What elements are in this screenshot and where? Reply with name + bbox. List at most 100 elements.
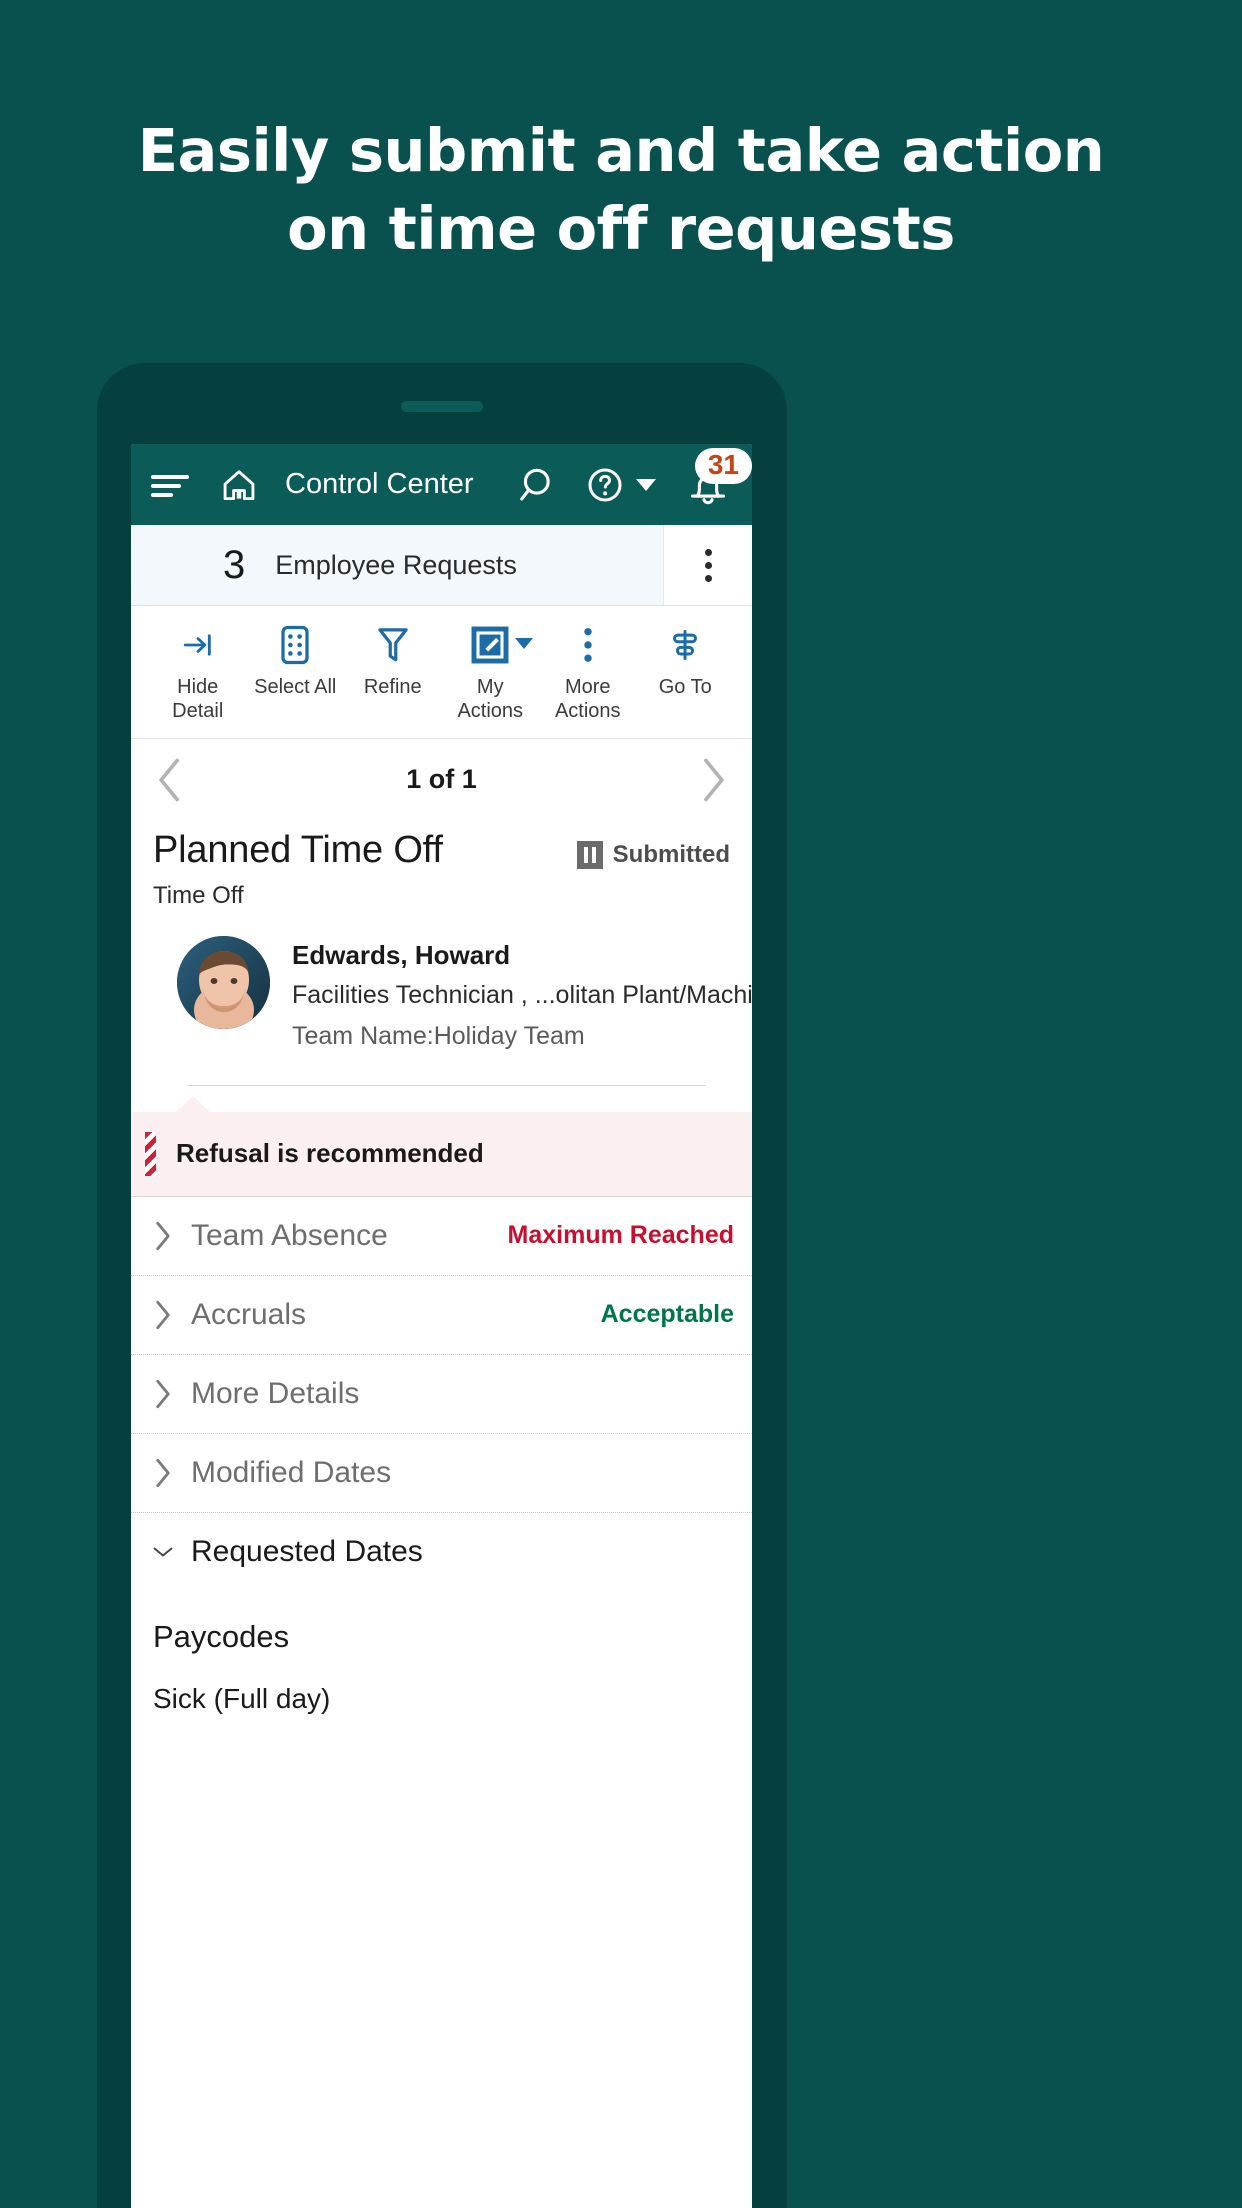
employee-role: Facilities Technician , ...olitan Plant/… — [292, 980, 752, 1009]
chevron-down-icon — [515, 638, 533, 649]
toolbar-item-more-actions[interactable]: More Actions — [539, 624, 637, 724]
warning-stripe-icon — [145, 1131, 156, 1176]
section-left: Accruals — [153, 1298, 306, 1332]
section-row-accruals[interactable]: Accruals Acceptable — [131, 1274, 752, 1354]
search-icon[interactable] — [517, 463, 561, 507]
toolbar-label-line1: More — [564, 676, 611, 698]
app-title: Control Center — [285, 468, 474, 500]
section-value: Acceptable — [600, 1300, 734, 1329]
chevron-right-icon — [156, 1379, 170, 1408]
status-label: Submitted — [612, 840, 730, 868]
chevron-right-icon — [156, 1300, 170, 1329]
section-left: More Details — [153, 1377, 359, 1411]
phone-frame: Control Center 31 3 Employee Requests Hi… — [97, 363, 787, 2208]
toolbar-item-hide-detail[interactable]: Hide Detail — [149, 624, 247, 724]
hamburger-icon — [151, 470, 189, 500]
more-vertical-icon — [704, 548, 712, 556]
home-icon — [223, 469, 255, 500]
app-screen: Control Center 31 3 Employee Requests Hi… — [131, 444, 752, 2208]
chevron-right-icon[interactable] — [698, 757, 728, 803]
chevron-right-icon — [156, 1458, 170, 1487]
go-to-icon — [667, 624, 703, 666]
more-vertical-icon — [704, 574, 712, 582]
section-row-more-details[interactable]: More Details — [131, 1353, 752, 1433]
request-detail: Planned Time Off Submitted Time Off Edwa… — [131, 821, 752, 1086]
section-left: Requested Dates — [153, 1535, 423, 1569]
toolbar-item-my-actions[interactable]: My Actions — [442, 624, 540, 724]
employee-name: Edwards, Howard — [292, 939, 511, 970]
chevron-down-icon — [636, 478, 656, 491]
paycodes-item: Sick (Full day) — [153, 1682, 331, 1714]
section-label: Requested Dates — [191, 1534, 423, 1568]
alert-banner: Refusal is recommended — [131, 1111, 752, 1196]
headline-line-1: Easily submit and take action — [137, 116, 1105, 185]
employee-requests-summary: 3 Employee Requests — [131, 525, 752, 606]
toolbar-label-line1: Go To — [658, 676, 712, 698]
employee-block: Edwards, Howard Facilities Technician , … — [153, 935, 752, 1051]
my-actions-icon — [470, 624, 510, 666]
toolbar-label-line1: Hide — [177, 676, 219, 698]
app-header-actions: 31 — [517, 447, 752, 514]
employee-requests-tile[interactable]: 3 Employee Requests — [131, 525, 664, 605]
section-divider — [187, 1084, 706, 1086]
pager-text: 1 of 1 — [406, 764, 477, 795]
app-header: Control Center 31 — [131, 444, 752, 525]
summary-overflow-button[interactable] — [664, 525, 752, 605]
request-header: Planned Time Off Submitted — [153, 829, 730, 872]
section-row-modified-dates[interactable]: Modified Dates — [131, 1432, 752, 1512]
section-label: More Details — [191, 1376, 360, 1410]
section-label: Accruals — [191, 1297, 307, 1331]
chevron-right-icon — [156, 1221, 170, 1250]
hide-detail-icon — [178, 624, 218, 666]
home-button[interactable] — [189, 466, 259, 504]
request-subtitle: Time Off — [153, 881, 244, 909]
toolbar-item-refine[interactable]: Refine — [344, 624, 442, 699]
toolbar-item-go-to[interactable]: Go To — [637, 624, 735, 699]
help-button[interactable] — [585, 465, 656, 505]
record-pager: 1 of 1 — [131, 738, 752, 821]
notifications-button[interactable]: 31 — [684, 447, 752, 514]
promo-screenshot: Easily submit and take action on time of… — [0, 0, 1242, 2208]
toolbar-item-select-all[interactable]: Select All — [247, 624, 345, 699]
headline-line-2: on time off requests — [287, 193, 955, 263]
section-label: Team Absence — [191, 1218, 388, 1252]
toolbar-label-line1: My — [476, 676, 504, 698]
toolbar-label: Refine — [364, 675, 422, 699]
toolbar-label: More Actions — [555, 675, 621, 724]
alert-text: Refusal is recommended — [176, 1138, 484, 1169]
section-row-team-absence[interactable]: Team Absence Maximum Reached — [131, 1195, 752, 1275]
request-count-label: Employee Requests — [275, 549, 517, 580]
recommendation-alert: Refusal is recommended — [131, 1095, 752, 1196]
more-vertical-icon — [704, 561, 712, 569]
status-badge: Submitted — [576, 829, 730, 869]
filter-funnel-icon — [376, 624, 410, 666]
toolbar-label-line1: Select All — [254, 676, 337, 698]
select-all-icon — [278, 624, 312, 666]
menu-button[interactable] — [151, 470, 189, 500]
toolbar-label: Select All — [254, 675, 336, 699]
request-title: Planned Time Off — [153, 828, 443, 871]
toolbar-label: My Actions — [457, 675, 523, 724]
alert-caret-icon — [175, 1095, 211, 1113]
more-vertical-icon — [581, 624, 595, 666]
section-row-requested-dates[interactable]: Requested Dates — [131, 1511, 752, 1591]
action-toolbar: Hide Detail Select All Refine My Actions… — [131, 606, 752, 739]
employee-team: Team Name:Holiday Team — [292, 1021, 585, 1050]
chevron-left-icon[interactable] — [155, 757, 185, 803]
notification-badge: 31 — [694, 447, 752, 485]
paycodes-block: Paycodes Sick (Full day) — [131, 1591, 752, 1715]
chevron-down-icon — [153, 1547, 173, 1557]
section-left: Team Absence — [153, 1219, 388, 1253]
section-value: Maximum Reached — [507, 1221, 734, 1250]
toolbar-label: Hide Detail — [172, 675, 223, 724]
pause-icon — [576, 840, 603, 869]
help-circle-icon — [588, 468, 622, 501]
section-label: Modified Dates — [191, 1455, 392, 1489]
avatar[interactable] — [177, 935, 270, 1029]
toolbar-label-line1: Refine — [363, 676, 422, 698]
request-sections: Team Absence Maximum Reached Accruals Ac… — [131, 1195, 752, 1591]
section-left: Modified Dates — [153, 1456, 391, 1490]
toolbar-label-line2: Actions — [554, 700, 621, 723]
toolbar-label-line2: Actions — [457, 700, 524, 723]
phone-speaker — [401, 401, 483, 412]
